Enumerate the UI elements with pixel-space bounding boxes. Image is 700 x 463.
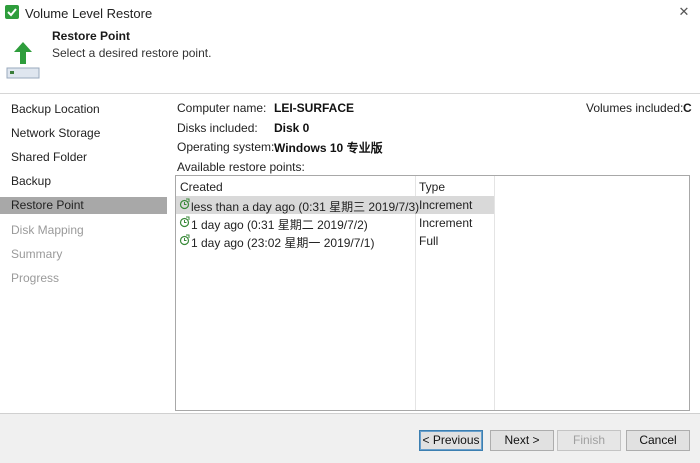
column-header-created[interactable]: Created <box>180 180 223 194</box>
title-bar: Volume Level Restore ✕ <box>0 0 700 26</box>
row-type: Increment <box>419 198 473 212</box>
sidebar-item-network-storage[interactable]: Network Storage <box>0 125 167 142</box>
computer-name-label: Computer name: <box>177 101 267 115</box>
close-button[interactable]: ✕ <box>676 4 692 20</box>
computer-name-value: LEI-SURFACE <box>274 101 355 115</box>
sidebar-item-disk-mapping: Disk Mapping <box>11 223 84 237</box>
restore-arrow-icon <box>6 40 40 80</box>
row-created: 1 day ago (23:02 星期一 2019/7/1) <box>191 236 375 250</box>
disks-included-label: Disks included: <box>177 121 258 135</box>
table-row[interactable]: less than a day ago (0:31 星期三 2019/7/3) … <box>176 196 494 214</box>
volumes-included-value: C <box>683 101 692 115</box>
app-icon <box>5 5 19 19</box>
sidebar-item-backup-location[interactable]: Backup Location <box>0 101 167 118</box>
sidebar-item-restore-point[interactable]: Restore Point <box>0 197 167 214</box>
restore-points-list[interactable]: Created Type less than a day ago (0:31 星… <box>175 175 690 411</box>
sidebar-item-summary: Summary <box>11 247 63 261</box>
row-created: 1 day ago (0:31 星期二 2019/7/2) <box>191 218 368 232</box>
cancel-button[interactable]: Cancel <box>626 430 690 451</box>
row-type: Increment <box>419 216 473 230</box>
previous-button[interactable]: < Previous <box>419 430 483 451</box>
finish-button: Finish <box>557 430 621 451</box>
column-header-type[interactable]: Type <box>419 180 445 194</box>
restore-point-icon <box>179 216 190 228</box>
column-separator <box>494 176 495 410</box>
window-title: Volume Level Restore <box>25 6 153 21</box>
wizard-footer: < Previous Next > Finish Cancel <box>0 413 700 463</box>
main-panel: Computer name: LEI-SURFACE Disks include… <box>167 95 700 413</box>
disks-included-value: Disk 0 <box>274 121 310 135</box>
row-type: Full <box>419 234 439 248</box>
table-row[interactable]: 1 day ago (23:02 星期一 2019/7/1) Full <box>176 232 494 250</box>
sidebar-item-shared-folder[interactable]: Shared Folder <box>0 149 167 166</box>
restore-point-icon <box>179 198 190 210</box>
volumes-included-label: Volumes included: <box>586 101 684 115</box>
page-subtitle: Select a desired restore point. <box>52 46 212 60</box>
operating-system-label: Operating system: <box>177 140 275 154</box>
wizard-header: Restore Point Select a desired restore p… <box>0 26 700 94</box>
wizard-steps-sidebar: Backup Location Network Storage Shared F… <box>0 95 167 413</box>
page-title: Restore Point <box>52 29 131 43</box>
table-row[interactable]: 1 day ago (0:31 星期二 2019/7/2) Increment <box>176 214 494 232</box>
restore-point-icon <box>179 234 190 246</box>
sidebar-item-progress: Progress <box>11 271 60 285</box>
available-restore-points-label: Available restore points: <box>177 160 305 174</box>
sidebar-item-backup[interactable]: Backup <box>0 173 167 190</box>
operating-system-value: Windows 10 专业版 <box>274 141 383 155</box>
row-created: less than a day ago (0:31 星期三 2019/7/3) <box>191 200 420 214</box>
next-button[interactable]: Next > <box>490 430 554 451</box>
